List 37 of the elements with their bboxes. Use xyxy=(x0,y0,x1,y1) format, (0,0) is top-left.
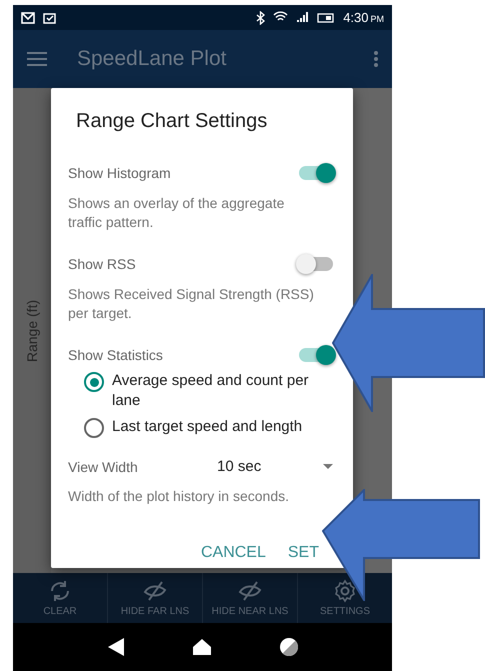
menu-icon xyxy=(27,52,47,66)
dialog-title: Range Chart Settings xyxy=(76,110,268,133)
dialog-button[interactable]: CANCEL xyxy=(196,538,270,568)
dialog-button[interactable]: SET xyxy=(284,538,323,568)
clipboard-check-icon xyxy=(43,11,56,24)
more-icon xyxy=(374,51,378,67)
setting-label: Show Histogram xyxy=(68,165,171,182)
radio-label: Average speed and count per lane xyxy=(112,371,310,412)
eye-off-icon xyxy=(143,579,167,603)
settings-icon xyxy=(333,579,357,603)
view-width-dropdown[interactable]: 10 sec xyxy=(217,458,333,476)
signal-icon xyxy=(296,12,310,23)
toggle-switch[interactable] xyxy=(299,257,333,272)
setting-label: Show Statistics xyxy=(68,346,163,363)
setting-description: Width of the plot history in seconds. xyxy=(68,487,290,506)
toggle-switch[interactable] xyxy=(299,348,333,362)
radio-button[interactable] xyxy=(84,418,104,438)
caret-icon xyxy=(323,464,333,470)
battery-icon xyxy=(317,12,336,22)
setting-description: Shows Received Signal Strength (RSS) per target. xyxy=(68,284,315,322)
bluetooth-icon xyxy=(256,10,266,24)
toolbar-button[interactable]: CLEAR xyxy=(13,573,107,623)
setting-label: Show RSS xyxy=(68,256,136,272)
recents-icon[interactable] xyxy=(280,638,298,656)
setting-label: View Width xyxy=(68,458,138,475)
axis-label: Range (ft) xyxy=(24,299,40,362)
radio-button[interactable] xyxy=(84,372,104,392)
refresh-icon xyxy=(48,579,72,603)
toggle-switch[interactable] xyxy=(299,166,333,180)
back-icon[interactable] xyxy=(108,638,124,656)
home-icon[interactable] xyxy=(192,639,210,655)
radio-label: Last target speed and length xyxy=(112,417,304,438)
setting-description: Shows an overlay of the aggregate traffic pattern. xyxy=(68,194,286,232)
eye-off-icon xyxy=(238,579,262,603)
status-time: 4:30 PM xyxy=(343,10,384,25)
envelope-icon xyxy=(21,12,35,24)
app-title: SpeedLane Plot xyxy=(77,47,226,71)
